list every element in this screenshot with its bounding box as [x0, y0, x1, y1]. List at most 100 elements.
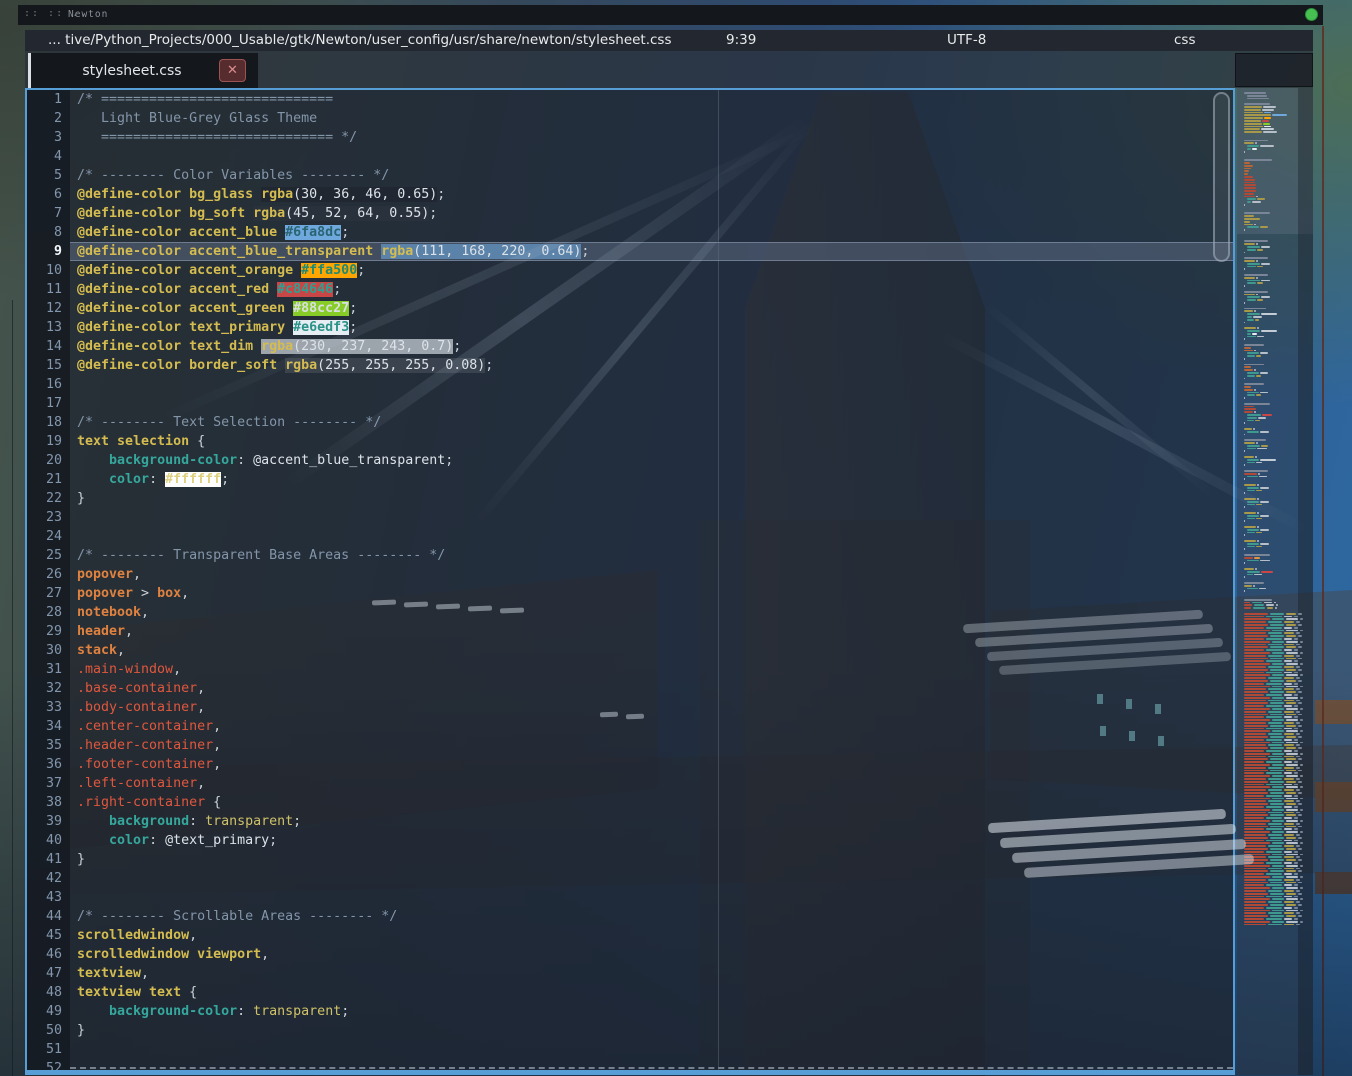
- code-row[interactable]: 2 Light Blue-Grey Glass Theme: [27, 109, 1233, 128]
- code-row[interactable]: 18/* -------- Text Selection -------- */: [27, 413, 1233, 432]
- code-editor[interactable]: 1/* =============================2 Light…: [25, 88, 1235, 1075]
- code-line-text[interactable]: scrolledwindow,: [70, 926, 1233, 945]
- line-number[interactable]: 45: [27, 926, 70, 945]
- line-number[interactable]: 32: [27, 679, 70, 698]
- code-line-text[interactable]: @define-color border_soft rgba(255, 255,…: [70, 356, 1233, 375]
- code-row[interactable]: 3 ============================= */: [27, 128, 1233, 147]
- code-line-text[interactable]: .right-container {: [70, 793, 1233, 812]
- code-line-text[interactable]: .left-container,: [70, 774, 1233, 793]
- code-row[interactable]: 49 background-color: transparent;: [27, 1002, 1233, 1021]
- code-row[interactable]: 32.base-container,: [27, 679, 1233, 698]
- code-line-text[interactable]: notebook,: [70, 603, 1233, 622]
- line-number[interactable]: 10: [27, 261, 70, 280]
- code-line-text[interactable]: color: @text_primary;: [70, 831, 1233, 850]
- line-number[interactable]: 3: [27, 128, 70, 147]
- code-row[interactable]: 30stack,: [27, 641, 1233, 660]
- code-line-text[interactable]: @define-color accent_red #c84646;: [70, 280, 1233, 299]
- line-number[interactable]: 25: [27, 546, 70, 565]
- code-line-text[interactable]: @define-color accent_green #88cc27;: [70, 299, 1233, 318]
- code-line-text[interactable]: @define-color text_primary #e6edf3;: [70, 318, 1233, 337]
- line-number[interactable]: 48: [27, 983, 70, 1002]
- line-number[interactable]: 44: [27, 907, 70, 926]
- code-line-text[interactable]: /* =============================: [70, 90, 1233, 109]
- line-number[interactable]: 18: [27, 413, 70, 432]
- code-row[interactable]: 7@define-color bg_soft rgba(45, 52, 64, …: [27, 204, 1233, 223]
- line-number[interactable]: 38: [27, 793, 70, 812]
- code-row[interactable]: 13@define-color text_primary #e6edf3;: [27, 318, 1233, 337]
- code-line-text[interactable]: popover > box,: [70, 584, 1233, 603]
- code-row[interactable]: 4: [27, 147, 1233, 166]
- line-number[interactable]: 33: [27, 698, 70, 717]
- code-line-text[interactable]: .body-container,: [70, 698, 1233, 717]
- code-row[interactable]: 19text selection {: [27, 432, 1233, 451]
- line-number[interactable]: 17: [27, 394, 70, 413]
- title-bar[interactable]: :: :: .. Newton: [18, 5, 1323, 25]
- code-row[interactable]: 24: [27, 527, 1233, 546]
- code-row[interactable]: 45scrolledwindow,: [27, 926, 1233, 945]
- code-row[interactable]: 31.main-window,: [27, 660, 1233, 679]
- code-row[interactable]: 1/* =============================: [27, 90, 1233, 109]
- line-number[interactable]: 8: [27, 223, 70, 242]
- code-row[interactable]: 10@define-color accent_orange #ffa500;: [27, 261, 1233, 280]
- line-number[interactable]: 24: [27, 527, 70, 546]
- code-row[interactable]: 21 color: #ffffff;: [27, 470, 1233, 489]
- line-number[interactable]: 5: [27, 166, 70, 185]
- code-row[interactable]: 15@define-color border_soft rgba(255, 25…: [27, 356, 1233, 375]
- code-row[interactable]: 38.right-container {: [27, 793, 1233, 812]
- code-row[interactable]: 23: [27, 508, 1233, 527]
- line-number[interactable]: 42: [27, 869, 70, 888]
- line-number[interactable]: 43: [27, 888, 70, 907]
- code-line-text[interactable]: Light Blue-Grey Glass Theme: [70, 109, 1233, 128]
- code-row[interactable]: 14@define-color text_dim rgba(230, 237, …: [27, 337, 1233, 356]
- code-row[interactable]: 48textview text {: [27, 983, 1233, 1002]
- code-row[interactable]: 35.header-container,: [27, 736, 1233, 755]
- code-line-text[interactable]: scrolledwindow viewport,: [70, 945, 1233, 964]
- code-line-text[interactable]: color: #ffffff;: [70, 470, 1233, 489]
- line-number[interactable]: 14: [27, 337, 70, 356]
- code-line-text[interactable]: .center-container,: [70, 717, 1233, 736]
- line-number[interactable]: 51: [27, 1040, 70, 1059]
- code-row[interactable]: 42: [27, 869, 1233, 888]
- code-line-text[interactable]: [70, 394, 1233, 413]
- code-line-text[interactable]: background: transparent;: [70, 812, 1233, 831]
- code-line-text[interactable]: @define-color accent_orange #ffa500;: [70, 261, 1233, 280]
- line-number[interactable]: 22: [27, 489, 70, 508]
- code-row[interactable]: 11@define-color accent_red #c84646;: [27, 280, 1233, 299]
- line-number[interactable]: 15: [27, 356, 70, 375]
- code-line-text[interactable]: .main-window,: [70, 660, 1233, 679]
- code-line-text[interactable]: [70, 888, 1233, 907]
- code-line-text[interactable]: /* -------- Text Selection -------- */: [70, 413, 1233, 432]
- code-line-text[interactable]: textview text {: [70, 983, 1233, 1002]
- code-line-text[interactable]: header,: [70, 622, 1233, 641]
- line-number[interactable]: 20: [27, 451, 70, 470]
- line-number[interactable]: 47: [27, 964, 70, 983]
- code-line-text[interactable]: .header-container,: [70, 736, 1233, 755]
- code-line-text[interactable]: background-color: transparent;: [70, 1002, 1233, 1021]
- code-line-text[interactable]: }: [70, 1021, 1233, 1040]
- line-number[interactable]: 36: [27, 755, 70, 774]
- code-row[interactable]: 44/* -------- Scrollable Areas -------- …: [27, 907, 1233, 926]
- line-number[interactable]: 46: [27, 945, 70, 964]
- line-number[interactable]: 28: [27, 603, 70, 622]
- line-number[interactable]: 23: [27, 508, 70, 527]
- line-number[interactable]: 26: [27, 565, 70, 584]
- line-number[interactable]: 34: [27, 717, 70, 736]
- line-number[interactable]: 11: [27, 280, 70, 299]
- code-line-text[interactable]: ============================= */: [70, 128, 1233, 147]
- code-row[interactable]: 5/* -------- Color Variables -------- */: [27, 166, 1233, 185]
- code-row[interactable]: 28notebook,: [27, 603, 1233, 622]
- code-line-text[interactable]: stack,: [70, 641, 1233, 660]
- tab-stylesheet[interactable]: stylesheet.css ✕: [28, 53, 258, 88]
- line-number[interactable]: 1: [27, 90, 70, 109]
- code-row[interactable]: 9@define-color accent_blue_transparent r…: [27, 242, 1233, 261]
- line-number[interactable]: 21: [27, 470, 70, 489]
- code-row[interactable]: 51: [27, 1040, 1233, 1059]
- code-row[interactable]: 20 background-color: @accent_blue_transp…: [27, 451, 1233, 470]
- scrollbar-thumb[interactable]: [1213, 92, 1230, 262]
- code-line-text[interactable]: [70, 1040, 1233, 1059]
- code-row[interactable]: 46scrolledwindow viewport,: [27, 945, 1233, 964]
- line-number[interactable]: 31: [27, 660, 70, 679]
- line-number[interactable]: 9: [27, 242, 70, 261]
- code-line-text[interactable]: popover,: [70, 565, 1233, 584]
- code-row[interactable]: 43: [27, 888, 1233, 907]
